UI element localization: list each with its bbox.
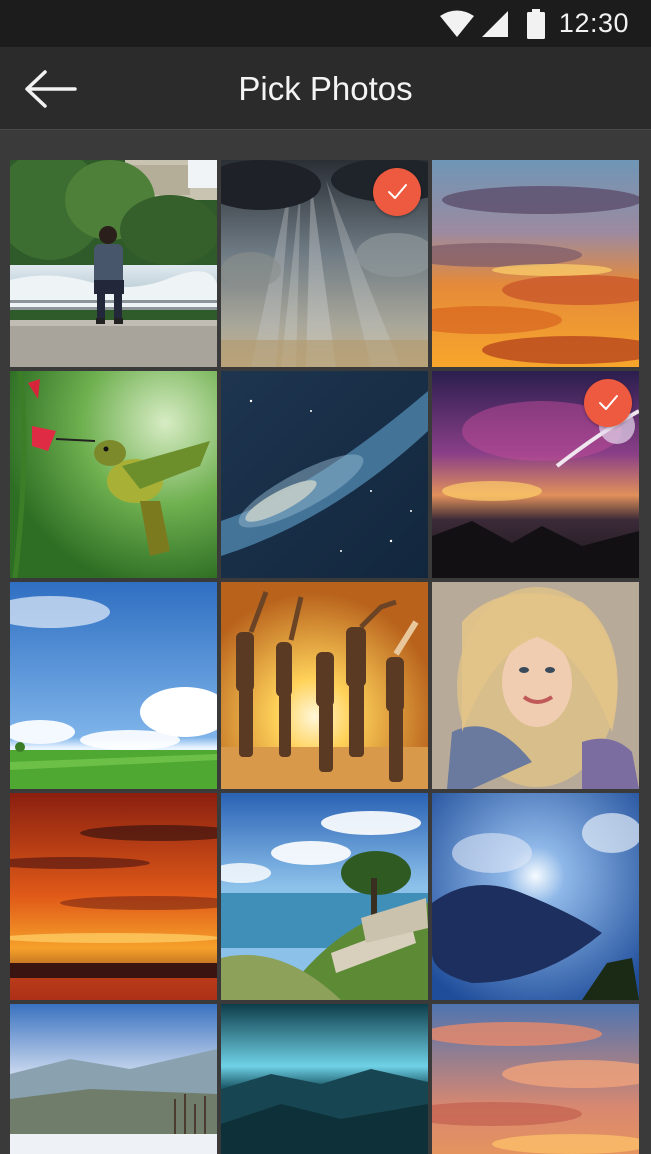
- photo-tile-friends-dancing-at-sunset[interactable]: [221, 582, 428, 789]
- photo-tile-bench-by-the-sea[interactable]: [221, 793, 428, 1000]
- photo-tile-blue-sky-green-field[interactable]: [10, 582, 217, 789]
- photo-image: [10, 582, 217, 789]
- photo-tile-galaxy-space[interactable]: [221, 371, 428, 578]
- photo-image: [10, 160, 217, 367]
- status-time: 12:30: [558, 8, 629, 38]
- battery-icon: [526, 8, 545, 39]
- photo-tile-snowy-valley[interactable]: [10, 1004, 217, 1154]
- photo-image: [221, 371, 428, 578]
- photo-tile-sun-rays-through-clouds[interactable]: [221, 160, 428, 367]
- photo-tile-sun-behind-dark-clouds[interactable]: [432, 793, 639, 1000]
- photo-image: [221, 793, 428, 1000]
- photo-tile-red-sunset-sky[interactable]: [10, 793, 217, 1000]
- status-bar: 12:30: [0, 0, 651, 47]
- photo-tile-orange-sunset-clouds[interactable]: [432, 160, 639, 367]
- photo-tile-pink-sunset-clouds[interactable]: [432, 1004, 639, 1154]
- photo-image: [432, 793, 639, 1000]
- app-bar: Pick Photos: [0, 47, 651, 130]
- back-button[interactable]: [18, 61, 82, 117]
- status-icons: 12:30: [439, 0, 629, 47]
- checkmark-icon: [388, 184, 407, 199]
- photo-tile-purple-sky-with-planet[interactable]: [432, 371, 639, 578]
- photo-tile-hummingbird-and-flower[interactable]: [10, 371, 217, 578]
- photo-tile-smiling-blonde-woman[interactable]: [432, 582, 639, 789]
- photo-image: [432, 1004, 639, 1154]
- photo-image: [221, 582, 428, 789]
- checkmark-icon: [599, 395, 618, 410]
- photo-tile-teal-mountain-horizon[interactable]: [221, 1004, 428, 1154]
- photo-image: [10, 371, 217, 578]
- photo-image: [10, 793, 217, 1000]
- photo-grid: [10, 160, 642, 1154]
- photo-image: [221, 1004, 428, 1154]
- selected-check-badge: [373, 168, 421, 216]
- photo-image: [432, 160, 639, 367]
- selected-check-badge: [584, 379, 632, 427]
- signal-icon: [481, 10, 508, 37]
- photo-image: [10, 1004, 217, 1154]
- arrow-left-icon: [25, 70, 77, 108]
- page-title: Pick Photos: [238, 69, 413, 107]
- photo-tile-man-on-riverside-wall[interactable]: [10, 160, 217, 367]
- wifi-icon: [439, 10, 474, 37]
- photo-image: [432, 582, 639, 789]
